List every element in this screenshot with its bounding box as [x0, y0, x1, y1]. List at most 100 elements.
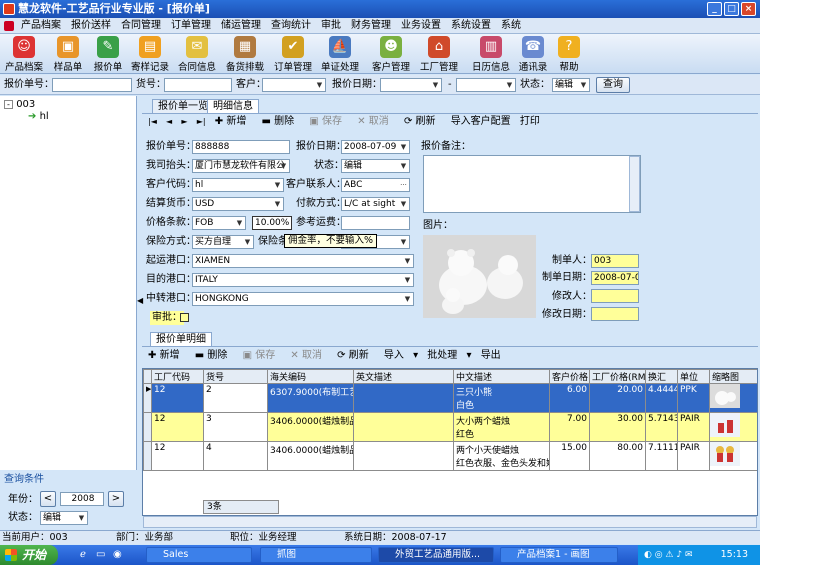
- cell-factory[interactable]: 12: [151, 383, 204, 413]
- cell-unit[interactable]: PAIR: [677, 441, 710, 471]
- maker-field[interactable]: 003: [591, 254, 639, 268]
- col-en-desc[interactable]: 英文描述: [353, 369, 454, 384]
- modify-date-field[interactable]: [591, 307, 639, 321]
- cell-rate[interactable]: 7.1111: [645, 441, 678, 471]
- make-date-field[interactable]: 2008-07-09: [591, 271, 639, 285]
- cancel-button[interactable]: ✕ 取消: [357, 116, 395, 127]
- query-button[interactable]: 查询: [596, 77, 630, 93]
- cell-factory[interactable]: 12: [151, 412, 204, 442]
- toolbar-documents[interactable]: ⛵ 单证处理: [318, 36, 362, 73]
- tree-root[interactable]: - 003: [4, 99, 35, 110]
- tab-quote-list[interactable]: 报价单一览: [152, 99, 214, 113]
- remark-textarea[interactable]: [423, 155, 641, 213]
- contact-field[interactable]: ABC ···: [341, 178, 410, 192]
- cell-hs[interactable]: 3406.0000(蜡烛制品): [267, 412, 354, 442]
- cell-unit[interactable]: PPK: [677, 383, 710, 413]
- cell-factory-price[interactable]: 20.00: [589, 383, 646, 413]
- commission-rate-field[interactable]: 10.00%: [252, 216, 292, 230]
- menu-business-settings[interactable]: 业务设置: [396, 18, 446, 34]
- grid-cancel-button[interactable]: ✕ 取消: [290, 350, 328, 361]
- cell-rate[interactable]: 5.7143: [645, 412, 678, 442]
- grid-save-button[interactable]: ▣ 保存: [243, 350, 282, 361]
- toolbar-help[interactable]: ? 帮助: [556, 36, 582, 73]
- col-unit[interactable]: 单位: [677, 369, 710, 384]
- year-prev-button[interactable]: <: [40, 491, 56, 507]
- tray-icons[interactable]: ◐ ◎ ⚠ ♪ ✉: [644, 545, 693, 565]
- port-transit-select[interactable]: HONGKONG ▼: [192, 292, 414, 306]
- print-button[interactable]: 打印: [520, 116, 540, 127]
- cell-en[interactable]: [353, 441, 454, 471]
- toolbar-stock[interactable]: ▦ 备货排载: [224, 36, 266, 73]
- quicklaunch-desktop-icon[interactable]: ▭: [96, 549, 105, 560]
- cell-price[interactable]: 6.00: [549, 383, 590, 413]
- grid-export-button[interactable]: 导出: [481, 350, 501, 361]
- task-capture[interactable]: 抓图: [260, 547, 372, 563]
- customer-code-select[interactable]: hl ▼: [192, 178, 284, 192]
- menu-finance[interactable]: 财务管理: [346, 18, 396, 34]
- ellipsis-icon[interactable]: ···: [398, 179, 409, 191]
- cell-factory-price[interactable]: 30.00: [589, 412, 646, 442]
- grid-refresh-button[interactable]: ⟳ 刷新: [337, 350, 375, 361]
- col-thumbnail[interactable]: 缩略图: [709, 369, 757, 384]
- search-status-select[interactable]: 编辑 ▼: [552, 78, 590, 92]
- port-to-select[interactable]: ITALY ▼: [192, 273, 414, 287]
- quote-date-field[interactable]: 2008-07-09 ▼: [341, 140, 410, 154]
- col-cn-desc[interactable]: 中文描述: [453, 369, 550, 384]
- table-row[interactable]: ▶ 12 2 6307.9000(布制工艺品 三只小熊白色 6.00 20.00…: [143, 383, 757, 413]
- task-app[interactable]: 外贸工艺品通用版...: [378, 547, 494, 563]
- cell-cn[interactable]: 三只小熊 白色: [453, 383, 550, 413]
- freight-field[interactable]: [341, 216, 410, 230]
- tab-detail[interactable]: 明细信息: [207, 99, 259, 113]
- menu-contract[interactable]: 合同管理: [116, 18, 166, 34]
- toolbar-product[interactable]: ☺ 产品档案: [4, 36, 44, 73]
- price-term-select[interactable]: FOB ▼: [192, 216, 246, 230]
- cell-en[interactable]: [353, 383, 454, 413]
- status-select[interactable]: 编辑 ▼: [341, 159, 410, 173]
- start-button[interactable]: 开始: [0, 545, 58, 565]
- add-button[interactable]: ✚ 新增: [215, 116, 253, 127]
- menu-system-settings[interactable]: 系统设置: [446, 18, 496, 34]
- table-row[interactable]: 12 3 3406.0000(蜡烛制品) 大小两个蜡烛 红色 7.00 30.00…: [143, 412, 757, 442]
- menu-shipping[interactable]: 储运管理: [216, 18, 266, 34]
- import-config-button[interactable]: 导入客户配置: [451, 116, 511, 127]
- collapse-icon[interactable]: -: [4, 100, 13, 109]
- currency-select[interactable]: USD ▼: [192, 197, 284, 211]
- payment-select[interactable]: L/C at sight ▼: [341, 197, 410, 211]
- toolbar-order[interactable]: ✔ 订单管理: [272, 36, 314, 73]
- col-hs-code[interactable]: 海关编码: [267, 369, 354, 384]
- prev-record-button[interactable]: ◄: [166, 117, 172, 126]
- menu-quote[interactable]: 报价送样: [66, 18, 116, 34]
- year-next-button[interactable]: >: [108, 491, 124, 507]
- toolbar-sample[interactable]: ▣ 样品单: [48, 36, 88, 73]
- tree-child[interactable]: ➔ hl: [28, 111, 49, 122]
- toolbar-customer[interactable]: ☻ 客户管理: [370, 36, 412, 73]
- quote-no-field[interactable]: 888888: [192, 140, 290, 154]
- cell-item[interactable]: 3: [203, 412, 268, 442]
- search-customer-select[interactable]: ▼: [262, 78, 326, 92]
- cell-item[interactable]: 4: [203, 441, 268, 471]
- toolbar-factory[interactable]: ⌂ 工厂管理: [418, 36, 460, 73]
- cell-hs[interactable]: 3406.0000(蜡烛制品): [267, 441, 354, 471]
- port-from-select[interactable]: XIAMEN ▼: [192, 254, 414, 268]
- company-select[interactable]: 厦门市慧龙软件有限公 ▼: [192, 159, 290, 173]
- toolbar-sample-log[interactable]: ▤ 寄样记录: [128, 36, 172, 73]
- cell-unit[interactable]: PAIR: [677, 412, 710, 442]
- toolbar-contract[interactable]: ✉ 合同信息: [176, 36, 218, 73]
- cell-price[interactable]: 7.00: [549, 412, 590, 442]
- cell-hs[interactable]: 6307.9000(布制工艺品: [267, 383, 354, 413]
- next-record-button[interactable]: ►: [181, 117, 187, 126]
- insurance-select[interactable]: 买方自理 ▼: [192, 235, 254, 249]
- col-customer-price[interactable]: 客户价格: [549, 369, 590, 384]
- col-factory-code[interactable]: 工厂代码: [151, 369, 204, 384]
- approve-checkbox[interactable]: [180, 313, 189, 322]
- modifier-field[interactable]: [591, 289, 639, 303]
- grid-batch-button[interactable]: 批处理 ▾: [427, 350, 471, 361]
- toolbar-contacts[interactable]: ☎ 通讯录: [514, 36, 552, 73]
- remark-scrollbar[interactable]: [629, 156, 640, 212]
- left-status-select[interactable]: 编辑 ▼: [40, 511, 88, 525]
- menu-system[interactable]: 系统: [496, 18, 526, 34]
- col-factory-price[interactable]: 工厂价格(RMB): [589, 369, 646, 384]
- quicklaunch-ie-icon[interactable]: ℯ: [80, 549, 86, 560]
- table-row[interactable]: 12 4 3406.0000(蜡烛制品) 两个小天使蜡烛 红色衣服、金色头发和姚 …: [143, 441, 757, 471]
- cell-cn[interactable]: 两个小天使蜡烛 红色衣服、金色头发和姚: [453, 441, 550, 471]
